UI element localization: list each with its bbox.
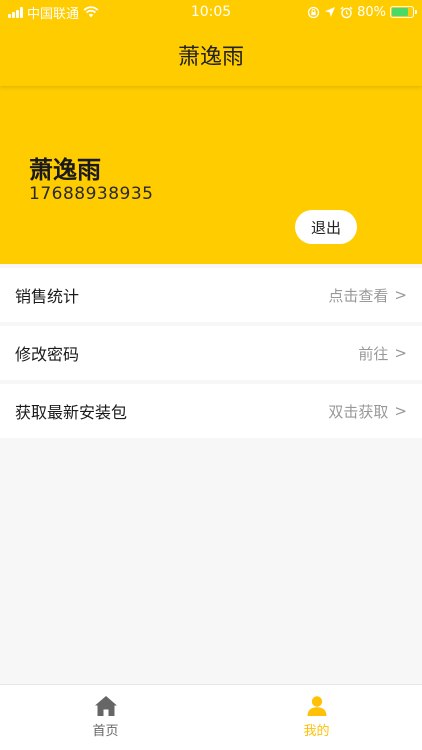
tab-home[interactable]: 首页 (0, 685, 211, 750)
menu-item-action: 点击查看 > (328, 285, 407, 306)
status-left: 中国联通 (8, 3, 99, 22)
user-icon (307, 696, 326, 716)
alarm-icon (340, 6, 353, 18)
chevron-right-icon: > (394, 286, 407, 304)
logout-button[interactable]: 退出 (295, 210, 357, 244)
user-name: 萧逸雨 (29, 156, 101, 184)
menu-item-action: 前往 > (358, 343, 407, 364)
chevron-right-icon: > (394, 402, 407, 420)
wifi-icon (83, 6, 99, 18)
location-icon (325, 7, 336, 17)
profile-header: 萧逸雨 17688938935 退出 (0, 86, 422, 264)
battery-level (392, 8, 408, 16)
menu-item-label: 修改密码 (15, 345, 80, 364)
menu-item-label: 获取最新安装包 (15, 403, 128, 422)
battery-percent: 80% (357, 4, 386, 20)
battery-icon (390, 6, 417, 18)
status-bar: 中国联通 10:05 80% (0, 0, 422, 24)
menu-item-change-password[interactable]: 修改密码 前往 > (0, 326, 422, 380)
status-right: 80% (307, 4, 417, 20)
tab-mine[interactable]: 我的 (211, 685, 422, 750)
tab-label: 首页 (92, 724, 119, 739)
menu-item-action-text: 前往 (358, 344, 389, 363)
signal-icon (8, 6, 23, 18)
navbar: 萧逸雨 (0, 24, 422, 86)
user-phone: 17688938935 (29, 184, 154, 204)
menu-item-sales-stats[interactable]: 销售统计 点击查看 > (0, 268, 422, 322)
carrier-name: 中国联通 (27, 6, 80, 22)
menu-item-action: 双击获取 > (328, 401, 407, 422)
chevron-right-icon: > (394, 344, 407, 362)
tab-label: 我的 (303, 724, 330, 739)
home-icon (94, 696, 117, 716)
menu-item-label: 销售统计 (15, 287, 80, 306)
menu-item-get-latest-package[interactable]: 获取最新安装包 双击获取 > (0, 384, 422, 438)
tab-bar: 首页 我的 (0, 684, 422, 750)
lock-rotation-icon (307, 6, 320, 18)
menu-item-action-text: 双击获取 (328, 402, 389, 421)
page-title: 萧逸雨 (177, 45, 244, 70)
menu-item-action-text: 点击查看 (328, 286, 389, 305)
